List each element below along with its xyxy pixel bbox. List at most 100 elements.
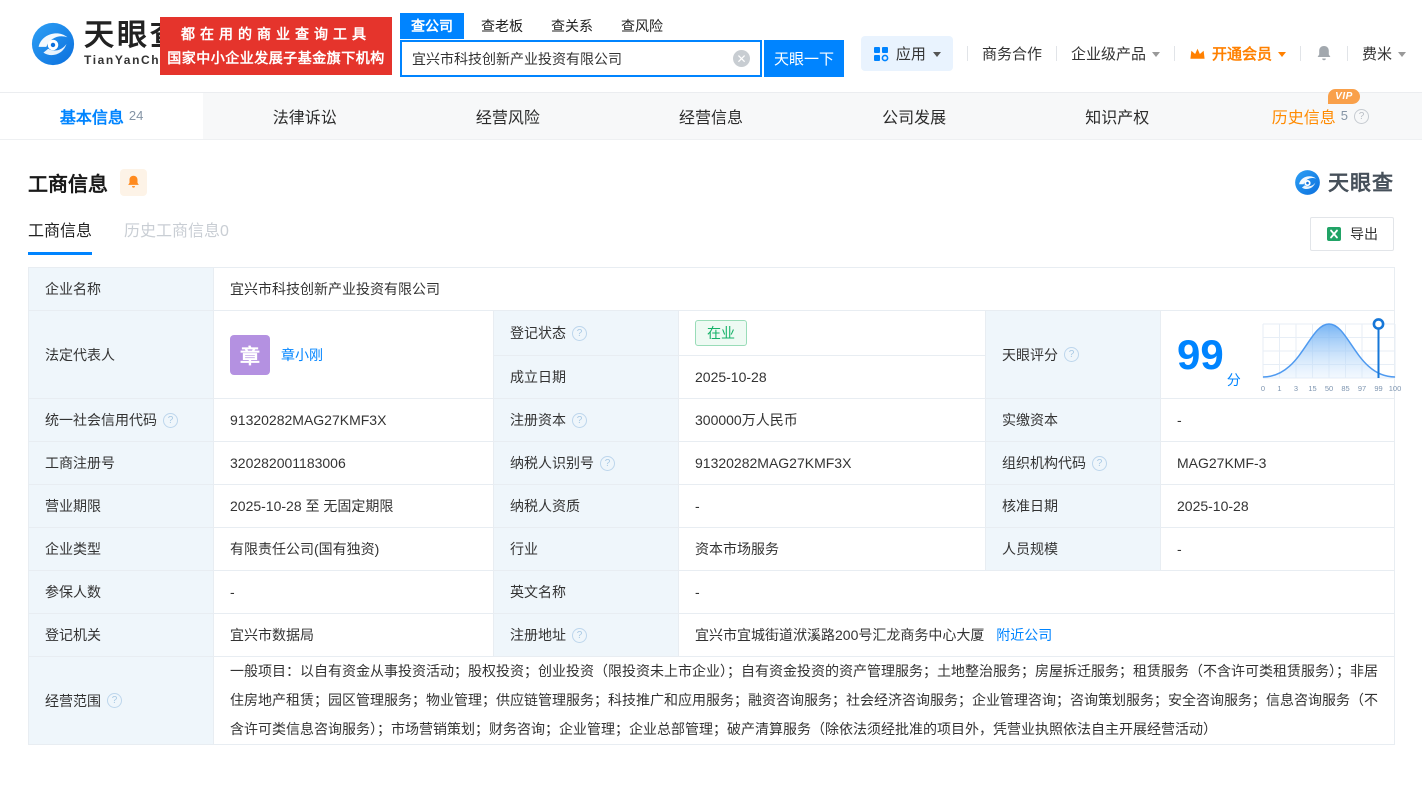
nav-divider <box>1346 46 1348 61</box>
subtab-history-business-info[interactable]: 历史工商信息0 <box>124 217 229 255</box>
promo-banner-line1: 都在用的商业查询工具 <box>181 26 371 42</box>
svg-text:1: 1 <box>1277 384 1281 393</box>
table-row: 企业类型 有限责任公司(国有独资) 行业 资本市场服务 人员规模 - <box>28 527 1396 571</box>
tab-history-info[interactable]: 历史信息 VIP 5 ? <box>1219 89 1422 139</box>
vip-badge: VIP <box>1328 89 1360 104</box>
nav-business-coop-label: 商务合作 <box>981 46 1042 63</box>
nav-divider <box>1055 46 1057 61</box>
watermark-text: 天眼查 <box>1328 172 1394 195</box>
field-industry-value: 资本市场服务 <box>678 527 986 571</box>
subtab-business-info[interactable]: 工商信息 <box>28 217 93 255</box>
field-company-name-value: 宜兴市科技创新产业投资有限公司 <box>212 267 1396 311</box>
table-row: 统一社会信用代码? 91320282MAG27KMF3X 注册资本? 30000… <box>28 398 1396 442</box>
tab-basic-info-label: 基本信息 <box>59 110 124 127</box>
tianyancha-watermark: 天眼查 <box>1294 167 1394 197</box>
field-staff-size-label: 人员规模 <box>985 527 1161 571</box>
chevron-down-icon <box>1277 52 1286 57</box>
table-row: 经营范围? 一般项目：以自有资金从事投资活动；股权投资；创业投资（限投资未上市企… <box>28 656 1396 745</box>
chevron-down-icon <box>1151 52 1160 57</box>
table-row: 参保人数 - 英文名称 - <box>28 570 1396 614</box>
nav-open-vip[interactable]: 开通会员 <box>1189 43 1286 64</box>
search-tabs: 查公司 查老板 查关系 查风险 <box>400 13 844 39</box>
apps-grid-icon <box>873 46 889 61</box>
legal-rep-avatar[interactable]: 章 <box>230 334 270 375</box>
help-icon[interactable]: ? <box>572 412 587 428</box>
nav-open-vip-label: 开通会员 <box>1211 46 1272 63</box>
help-icon[interactable]: ? <box>600 455 615 471</box>
tab-intellectual-property[interactable]: 知识产权 <box>1016 93 1219 139</box>
svg-text:99: 99 <box>1374 384 1382 393</box>
field-approval-date-value: 2025-10-28 <box>1159 484 1396 528</box>
help-icon[interactable]: ? <box>107 693 122 708</box>
field-approval-date-label: 核准日期 <box>985 484 1161 528</box>
chevron-down-icon <box>1398 52 1406 57</box>
search-tab-boss[interactable]: 查老板 <box>470 13 534 39</box>
excel-icon <box>1327 227 1341 241</box>
score-unit: 分 <box>1226 371 1241 388</box>
apps-menu[interactable]: 应用 <box>860 36 953 71</box>
status-badge: 在业 <box>695 320 747 346</box>
help-icon[interactable]: ? <box>572 627 587 643</box>
search-area: 查公司 查老板 查关系 查风险 ✕ 天眼一下 <box>400 13 844 77</box>
field-company-name-label: 企业名称 <box>28 267 214 311</box>
field-reg-number-label: 工商注册号 <box>28 441 214 485</box>
page-title: 工商信息 <box>28 173 108 196</box>
search-button[interactable]: 天眼一下 <box>764 40 844 77</box>
export-button[interactable]: 导出 <box>1310 217 1394 251</box>
nav-divider <box>1173 46 1175 61</box>
field-reg-status-label: 登记状态? <box>493 310 679 356</box>
search-row: ✕ 天眼一下 <box>400 40 844 77</box>
nav-business-coop[interactable]: 商务合作 <box>982 43 1042 64</box>
nearby-companies-link[interactable]: 附近公司 <box>996 627 1052 643</box>
tab-company-development[interactable]: 公司发展 <box>813 93 1016 139</box>
field-score-value: 99 分 0 1 3 15 50 85 97 99 100 <box>1159 310 1401 399</box>
search-tab-risk[interactable]: 查风险 <box>610 13 674 39</box>
field-establish-date-label: 成立日期 <box>493 355 679 399</box>
field-taxpayer-quality-label: 纳税人资质 <box>493 484 679 528</box>
legal-rep-link[interactable]: 章小刚 <box>281 345 323 365</box>
score-marker-pin <box>1372 317 1385 330</box>
tab-basic-info[interactable]: 基本信息 24 <box>0 93 204 139</box>
help-icon[interactable]: ? <box>1354 108 1370 124</box>
field-org-code-value: MAG27KMF-3 <box>1159 441 1396 485</box>
search-box: ✕ <box>400 40 762 77</box>
chevron-down-icon <box>932 52 941 57</box>
search-tab-relation[interactable]: 查关系 <box>540 13 604 39</box>
svg-text:97: 97 <box>1358 384 1366 393</box>
field-score-label: 天眼评分? <box>985 310 1161 399</box>
site-header: 天眼查 TianYanCha.com 都在用的商业查询工具 国家中小企业发展子基… <box>0 0 1422 93</box>
reg-address-text: 宜兴市宜城街道洑溪路200号汇龙商务中心大厦 <box>695 627 985 643</box>
help-icon[interactable]: ? <box>1092 455 1107 471</box>
tab-history-info-count: 5 <box>1340 107 1349 123</box>
monitor-bell-icon[interactable] <box>120 168 147 196</box>
help-icon[interactable]: ? <box>572 325 587 341</box>
field-reg-capital-value: 300000万人民币 <box>678 398 986 442</box>
search-input[interactable] <box>402 50 733 67</box>
field-english-name-value: - <box>677 570 1396 614</box>
field-reg-address-label: 注册地址? <box>493 613 679 657</box>
tab-operating-info[interactable]: 经营信息 <box>609 93 812 139</box>
table-row: 企业名称 宜兴市科技创新产业投资有限公司 <box>28 267 1396 311</box>
notification-bell-icon[interactable] <box>1315 44 1333 63</box>
field-company-type-value: 有限责任公司(国有独资) <box>213 527 494 571</box>
search-tab-company[interactable]: 查公司 <box>400 13 464 39</box>
nav-enterprise-products-label: 企业级产品 <box>1070 46 1146 63</box>
field-taxpayer-id-value: 91320282MAG27KMF3X <box>678 441 986 485</box>
tab-operating-risk[interactable]: 经营风险 <box>406 93 609 139</box>
field-reg-status-value: 在业 <box>678 310 986 356</box>
clear-icon[interactable]: ✕ <box>733 50 750 67</box>
tab-legal-proceedings[interactable]: 法律诉讼 <box>203 93 406 139</box>
field-company-type-label: 企业类型 <box>28 527 214 571</box>
nav-user-account[interactable]: 费米 <box>1362 43 1406 64</box>
help-icon[interactable]: ? <box>163 412 178 428</box>
promo-banner: 都在用的商业查询工具 国家中小企业发展子基金旗下机构 <box>160 17 392 75</box>
nav-enterprise-products[interactable]: 企业级产品 <box>1071 43 1160 64</box>
field-paid-capital-label: 实缴资本 <box>985 398 1161 442</box>
company-section-tabs: 基本信息 24 法律诉讼 经营风险 经营信息 公司发展 知识产权 历史信息 VI… <box>0 89 1422 140</box>
page: 天眼查 TianYanCha.com 都在用的商业查询工具 国家中小企业发展子基… <box>0 0 1422 791</box>
field-reg-authority-label: 登记机关 <box>28 613 214 657</box>
svg-text:0: 0 <box>1261 384 1265 393</box>
subtab-row: 工商信息 历史工商信息0 导出 <box>28 217 1394 255</box>
help-icon[interactable]: ? <box>1064 347 1079 362</box>
field-business-term-value: 2025-10-28 至 无固定期限 <box>213 484 494 528</box>
